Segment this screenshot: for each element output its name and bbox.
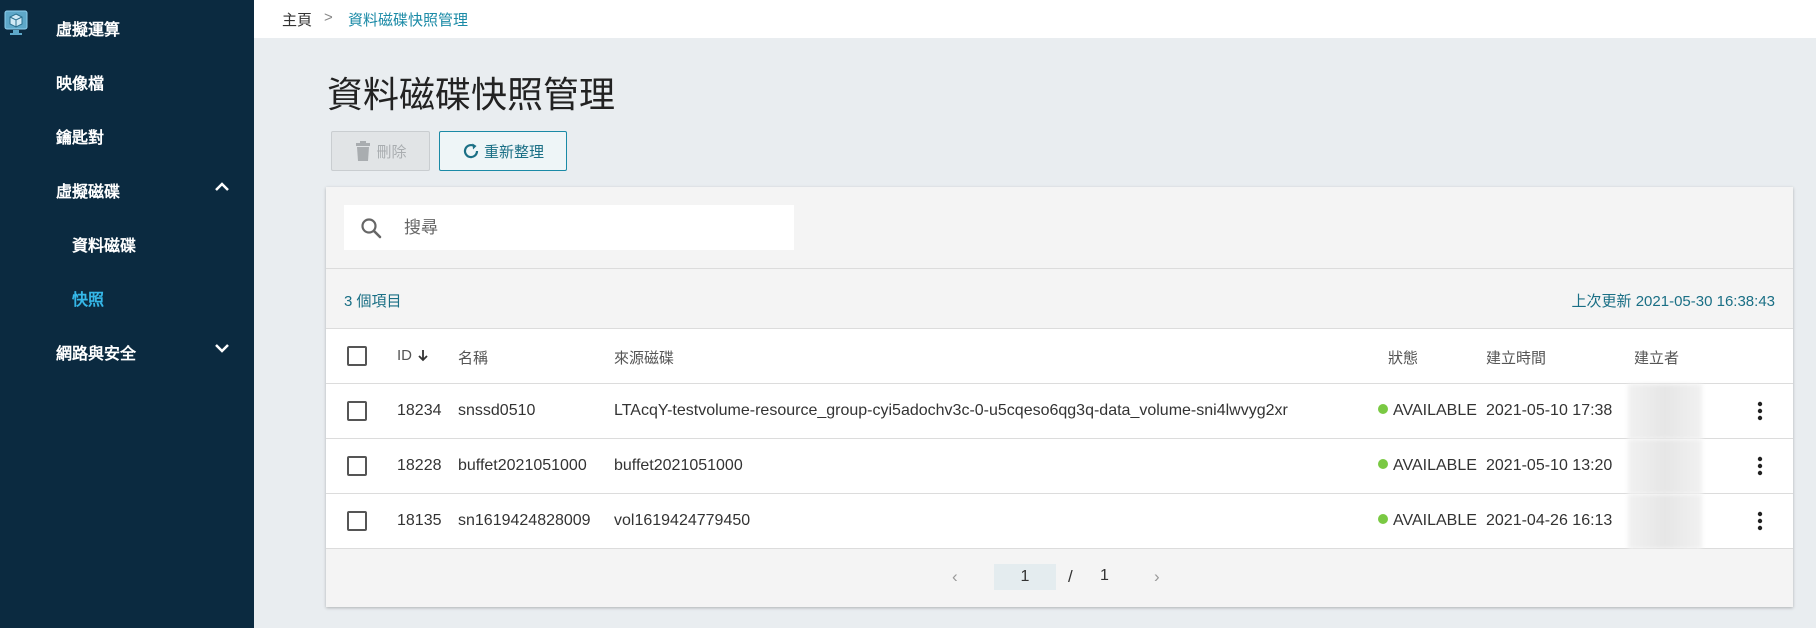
page-separator: / [1068,567,1073,586]
breadcrumb-current: 資料磁碟快照管理 [348,12,469,29]
breadcrumb-separator: > [324,9,333,26]
status-dot-icon [1378,404,1388,414]
select-all-checkbox[interactable] [347,346,367,366]
header-source[interactable]: 來源磁碟 [614,347,674,368]
cell-status: AVAILABLE [1378,512,1477,530]
sidebar-item-compute[interactable]: 虛擬運算 [56,16,120,40]
arrow-down-icon [418,350,428,362]
chevron-down-icon[interactable] [212,338,232,358]
page-total: 1 [1100,567,1109,584]
cell-creator-redacted [1628,384,1702,439]
chevron-up-icon[interactable] [212,177,232,197]
refresh-button[interactable]: 重新整理 [439,131,567,171]
sidebar-item-data-disks[interactable]: 資料磁碟 [72,232,136,256]
search-box [344,205,794,250]
breadcrumb: 主頁 > 資料磁碟快照管理 [254,0,1816,38]
cell-status: AVAILABLE [1378,457,1477,475]
header-id[interactable]: ID [397,347,430,364]
page-title: 資料磁碟快照管理 [327,74,616,115]
cell-source: vol1619424779450 [614,512,751,529]
cell-source: buffet2021051000 [614,457,743,474]
cell-name: snssd0510 [458,402,536,419]
sidebar-item-keypairs[interactable]: 鑰匙對 [56,124,104,148]
delete-button-label: 刪除 [376,143,407,161]
cell-source: LTAcqY-testvolume-resource_group-cyi5ado… [614,402,1288,419]
refresh-icon [463,143,479,159]
sidebar-item-images[interactable]: 映像檔 [56,70,104,94]
cell-name: sn1619424828009 [458,512,591,529]
table-header: ID 名稱 來源磁碟 狀態 建立時間 建立者 [326,329,1793,384]
cell-created-at: 2021-05-10 13:20 [1486,457,1613,474]
status-dot-icon [1378,514,1388,524]
header-name[interactable]: 名稱 [458,347,488,368]
header-creator[interactable]: 建立者 [1634,347,1679,368]
snapshot-table-card: 3 個項目 上次更新 2021-05-30 16:38:43 ID 名稱 來源磁… [326,187,1793,607]
cell-name: buffet2021051000 [458,457,587,474]
cell-created-at: 2021-05-10 17:38 [1486,402,1613,419]
cell-id: 18228 [397,457,442,474]
next-page-button[interactable]: › [1154,567,1160,587]
sidebar-item-network-security[interactable]: 網路與安全 [56,340,136,364]
trash-icon [356,141,371,161]
header-status[interactable]: 狀態 [1388,347,1418,368]
last-update: 上次更新 2021-05-30 16:38:43 [1571,293,1775,310]
cell-id: 18135 [397,512,442,529]
item-count: 3 個項目 [344,293,402,310]
cell-creator-redacted [1628,494,1702,549]
status-text: AVAILABLE [1393,402,1477,419]
delete-button[interactable]: 刪除 [331,131,430,171]
prev-page-button[interactable]: ‹ [952,567,958,587]
row-checkbox[interactable] [347,511,367,531]
summary-row: 3 個項目 上次更新 2021-05-30 16:38:43 [326,269,1793,329]
table-row[interactable]: 18234 snssd0510 LTAcqY-testvolume-resour… [326,384,1793,439]
page-number-input[interactable] [994,564,1056,590]
refresh-button-label: 重新整理 [483,143,544,161]
table-row[interactable]: 18228 buffet2021051000 buffet2021051000 … [326,439,1793,494]
pagination: ‹ / 1 › [326,549,1793,607]
search-input[interactable] [404,205,784,250]
search-area [326,187,1793,269]
cell-creator-redacted [1628,439,1702,494]
more-vertical-icon[interactable] [1748,454,1772,478]
sidebar: 虛擬運算 映像檔 鑰匙對 虛擬磁碟 資料磁碟 快照 網路與安全 [0,0,254,628]
header-id-label: ID [397,347,412,364]
search-icon [361,218,382,239]
monitor-cube-icon [4,10,28,35]
more-vertical-icon[interactable] [1748,399,1772,423]
cell-id: 18234 [397,402,442,419]
sidebar-item-snapshots[interactable]: 快照 [72,286,104,310]
row-checkbox[interactable] [347,401,367,421]
cell-status: AVAILABLE [1378,402,1477,420]
status-text: AVAILABLE [1393,512,1477,529]
breadcrumb-home[interactable]: 主頁 [282,9,312,30]
more-vertical-icon[interactable] [1748,509,1772,533]
table-row[interactable]: 18135 sn1619424828009 vol1619424779450 A… [326,494,1793,549]
status-text: AVAILABLE [1393,457,1477,474]
header-created-at[interactable]: 建立時間 [1486,347,1546,368]
row-checkbox[interactable] [347,456,367,476]
cell-created-at: 2021-04-26 16:13 [1486,512,1613,529]
sidebar-item-virtual-disks[interactable]: 虛擬磁碟 [56,178,120,202]
status-dot-icon [1378,459,1388,469]
